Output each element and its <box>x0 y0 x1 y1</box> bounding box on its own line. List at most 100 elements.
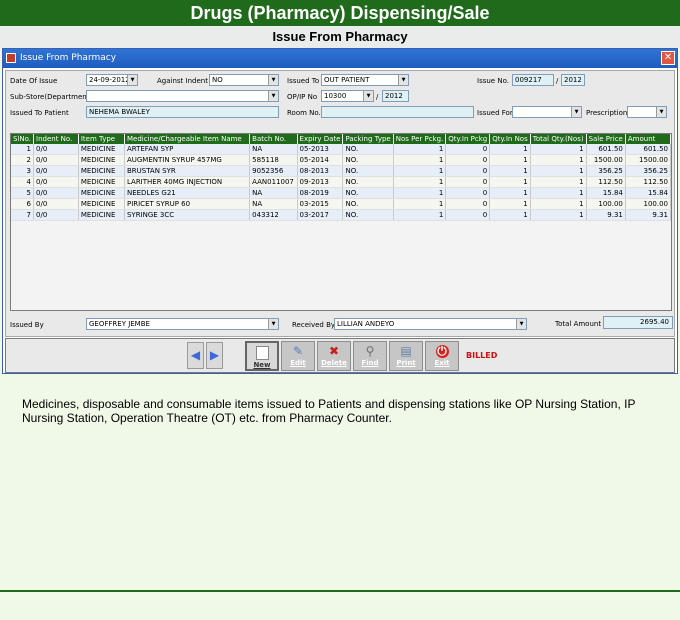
table-cell: 1 <box>393 198 447 210</box>
against-indent-value: NO <box>212 76 223 84</box>
table-cell: NO. <box>342 187 394 199</box>
table-cell: ARTEFAN SYP <box>124 144 251 155</box>
table-row[interactable]: 1 0/0 MEDICINE ARTEFAN SYP NA 05-2013 NO. 1 0 1 1 6… <box>11 144 671 155</box>
issued-by-select[interactable]: GEOFFREY JEMBE ▼ <box>86 318 279 330</box>
chevron-down-icon[interactable]: ▼ <box>268 319 278 329</box>
table-cell: NA <box>249 187 298 199</box>
print-button[interactable]: ▤ Print <box>389 341 423 371</box>
table-cell: 0 <box>445 165 491 177</box>
issue-year-field: 2012 <box>561 74 585 86</box>
table-cell: MEDICINE <box>78 144 125 155</box>
find-button[interactable]: ⚲ Find <box>353 341 387 371</box>
chevron-down-icon[interactable]: ▼ <box>363 91 373 101</box>
table-cell: 03-2015 <box>297 198 344 210</box>
table-cell: 2 <box>11 154 35 166</box>
column-header[interactable]: Qty.In Pckg <box>445 134 491 144</box>
table-row[interactable]: 5 0/0 MEDICINE NEEDLES G21 NA 08-2019 NO. 1 0 1 1 1… <box>11 187 671 199</box>
table-row[interactable]: 7 0/0 MEDICINE SYRINGE 3CC 043312 03-2017 NO. 1… <box>11 209 671 221</box>
table-cell: MEDICINE <box>78 198 125 210</box>
chevron-down-icon[interactable]: ▼ <box>268 75 278 85</box>
column-header[interactable]: Amount <box>625 134 671 144</box>
chevron-down-icon[interactable]: ▼ <box>127 75 137 85</box>
received-by-select[interactable]: LILLIAN ANDEYO ▼ <box>334 318 527 330</box>
next-record-button[interactable]: ▶ <box>206 342 223 369</box>
table-cell: NO. <box>342 209 394 221</box>
patient-field: NEHEMA BWALEY <box>86 106 279 118</box>
issued-for-select[interactable]: ▼ <box>512 106 582 118</box>
table-cell: 6 <box>11 198 35 210</box>
table-cell: 112.50 <box>625 176 671 188</box>
exit-button[interactable]: ⏻ Exit <box>425 341 459 371</box>
window-title: Issue From Pharmacy <box>20 53 117 63</box>
issue-no-separator: / <box>556 77 559 85</box>
column-header[interactable]: Batch No. <box>249 134 298 144</box>
prescription-label: Prescription <box>586 109 628 117</box>
chevron-down-icon[interactable]: ▼ <box>398 75 408 85</box>
chevron-down-icon[interactable]: ▼ <box>268 91 278 101</box>
table-cell: 0 <box>445 209 491 221</box>
table-cell: 9.31 <box>586 209 626 221</box>
column-header[interactable]: SlNo. <box>11 134 35 144</box>
table-cell: 0 <box>445 187 491 199</box>
chevron-down-icon[interactable]: ▼ <box>571 107 581 117</box>
table-cell: 356.25 <box>625 165 671 177</box>
column-header[interactable]: Total Qty.(Nos) <box>530 134 587 144</box>
prev-record-button[interactable]: ◀ <box>187 342 204 369</box>
received-by-label: Received By <box>292 321 336 329</box>
table-cell: 585118 <box>249 154 298 166</box>
issued-to-select[interactable]: OUT PATIENT ▼ <box>321 74 409 86</box>
table-cell: AAN011007 <box>249 176 298 188</box>
table-cell: NO. <box>342 154 394 166</box>
table-cell: 1 <box>393 187 447 199</box>
table-cell: 0 <box>445 198 491 210</box>
table-cell: MEDICINE <box>78 154 125 166</box>
opip-no-field[interactable]: 10300 ▼ <box>321 90 374 102</box>
column-header[interactable]: Indent No. <box>33 134 79 144</box>
column-header[interactable]: Sale Price <box>586 134 626 144</box>
column-header[interactable]: Qty.In Nos <box>489 134 531 144</box>
table-cell: 3 <box>11 165 35 177</box>
table-row[interactable]: 4 0/0 MEDICINE LARITHER 40MG INJECTION AAN01… <box>11 176 671 188</box>
delete-x-icon: ✖ <box>328 344 340 358</box>
table-row[interactable]: 6 0/0 MEDICINE PIRICET SYRUP 60 NA 03-2015 NO.… <box>11 198 671 210</box>
table-cell: 0/0 <box>33 154 79 166</box>
table-row[interactable]: 3 0/0 MEDICINE BRUSTAN SYR 9052356 08-2013 NO.… <box>11 165 671 177</box>
column-header[interactable]: Item Type <box>78 134 125 144</box>
room-label: Room No. <box>287 109 321 117</box>
column-header[interactable]: Nos Per Pckg. <box>393 134 447 144</box>
table-cell: 100.00 <box>625 198 671 210</box>
table-cell: 1 <box>393 144 447 155</box>
footer-divider <box>0 590 680 592</box>
page-description: Medicines, disposable and consumable ite… <box>22 397 636 425</box>
substore-select[interactable]: ▼ <box>86 90 279 102</box>
table-cell: LARITHER 40MG INJECTION <box>124 176 251 188</box>
table-cell: NA <box>249 144 298 155</box>
date-of-issue-field[interactable]: 24-09-2012 ▼ <box>86 74 138 86</box>
table-cell: 1 <box>393 209 447 221</box>
arrow-right-icon: ▶ <box>209 348 220 362</box>
delete-button[interactable]: ✖ Delete <box>317 341 351 371</box>
power-icon: ⏻ <box>435 344 449 358</box>
chevron-down-icon[interactable]: ▼ <box>516 319 526 329</box>
table-cell: 15.84 <box>625 187 671 199</box>
table-cell: 1 <box>530 209 587 221</box>
table-cell: 0 <box>445 176 491 188</box>
prescription-select[interactable]: ▼ <box>627 106 667 118</box>
table-cell: 5 <box>11 187 35 199</box>
column-header[interactable]: Packing Type <box>342 134 394 144</box>
table-row[interactable]: 2 0/0 MEDICINE AUGMENTIN SYRUP 457MG 585118 0… <box>11 154 671 166</box>
edit-button[interactable]: ✎ Edit <box>281 341 315 371</box>
table-cell: 9.31 <box>625 209 671 221</box>
column-header[interactable]: Expiry Date <box>297 134 344 144</box>
delete-button-label: Delete <box>321 359 347 367</box>
issue-window: Issue From Pharmacy ✕ Date Of Issue 24-0… <box>2 48 678 374</box>
table-cell: 1 <box>530 176 587 188</box>
items-grid[interactable]: SlNo. Indent No. Item Type Medicine/Chargea… <box>10 133 672 311</box>
close-icon[interactable]: ✕ <box>661 51 675 65</box>
against-indent-select[interactable]: NO ▼ <box>209 74 279 86</box>
chevron-down-icon[interactable]: ▼ <box>656 107 666 117</box>
table-cell: 1 <box>530 154 587 166</box>
new-button[interactable]: New <box>245 341 279 371</box>
column-header[interactable]: Medicine/Chargeable Item Name <box>124 134 251 144</box>
table-cell: AUGMENTIN SYRUP 457MG <box>124 154 251 166</box>
